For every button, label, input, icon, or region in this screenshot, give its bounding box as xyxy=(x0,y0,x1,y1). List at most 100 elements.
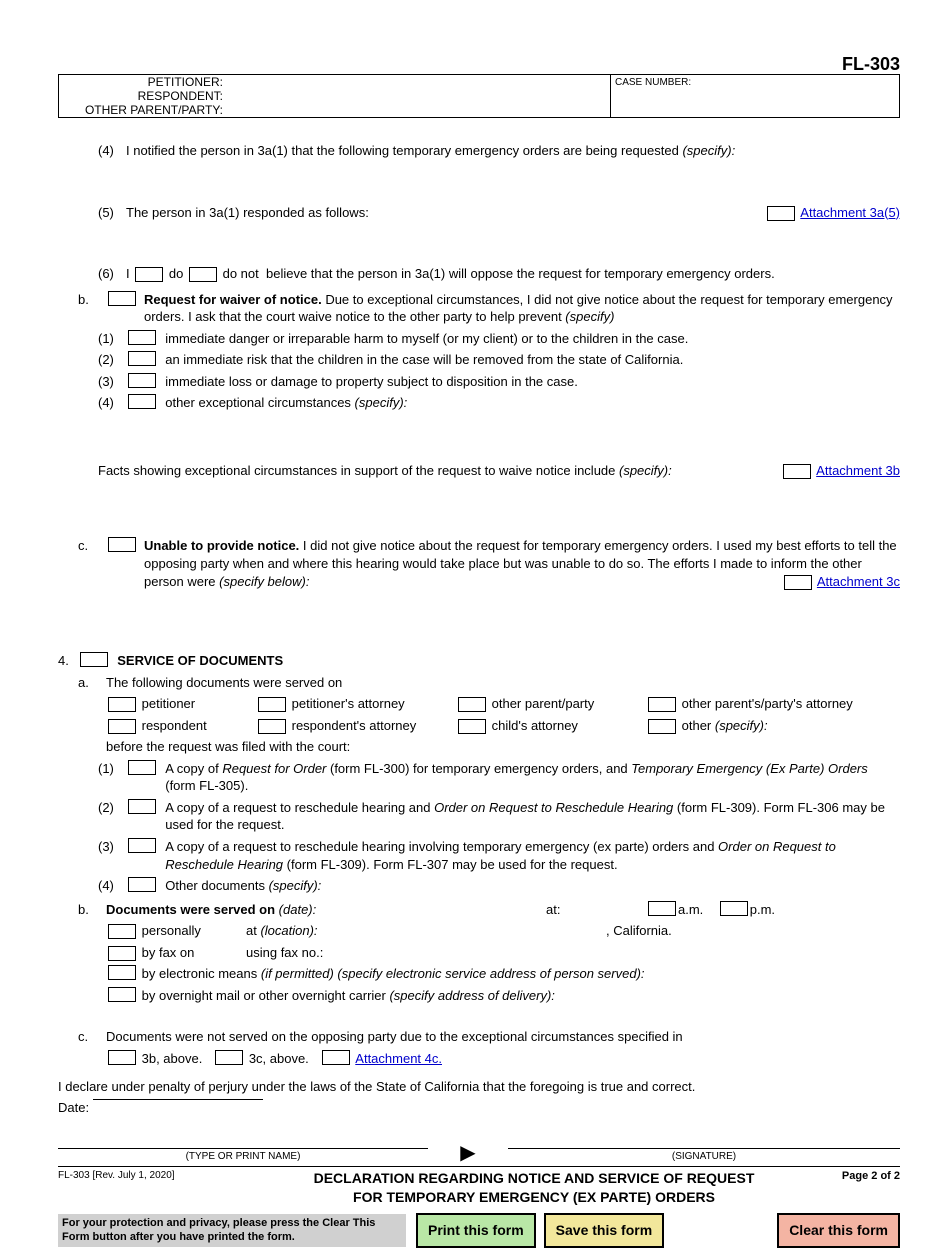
4b-date: (date): xyxy=(279,902,317,917)
4b-label: b. xyxy=(78,901,106,919)
respondent-checkbox[interactable] xyxy=(108,719,136,734)
signature-label: (SIGNATURE) xyxy=(508,1148,900,1164)
fax-label: by fax on xyxy=(142,945,195,960)
date-field[interactable] xyxy=(93,1099,263,1100)
respondent-field[interactable] xyxy=(227,89,611,103)
resp-att-opt: respondent's attorney xyxy=(292,718,417,733)
other-served-checkbox[interactable] xyxy=(648,719,676,734)
child-att-opt: child's attorney xyxy=(492,718,578,733)
child-att-checkbox[interactable] xyxy=(458,719,486,734)
section-4-checkbox[interactable] xyxy=(80,652,108,667)
type-name-label: (TYPE OR PRINT NAME) xyxy=(58,1148,428,1164)
mail-checkbox[interactable] xyxy=(108,987,136,1002)
b1-text: immediate danger or irreparable harm to … xyxy=(165,330,688,348)
opp-checkbox[interactable] xyxy=(458,697,486,712)
date-label: Date: xyxy=(58,1099,89,1117)
b-bold: Request for waiver of notice. xyxy=(144,292,322,307)
b2-checkbox[interactable] xyxy=(128,351,156,366)
other-party-label: OTHER PARENT/PARTY: xyxy=(59,103,227,117)
b4-checkbox[interactable] xyxy=(128,394,156,409)
4a4-checkbox[interactable] xyxy=(128,877,156,892)
c-label: c. xyxy=(78,537,106,555)
save-button[interactable]: Save this form xyxy=(544,1213,664,1248)
pet-att-opt: petitioner's attorney xyxy=(292,696,405,711)
petitioner-opt: petitioner xyxy=(142,696,195,711)
elec-checkbox[interactable] xyxy=(108,965,136,980)
form-number: FL-303 xyxy=(842,54,900,75)
personally-checkbox[interactable] xyxy=(108,924,136,939)
attachment-3a5-link[interactable]: Attachment 3a(5) xyxy=(800,205,900,220)
4a1-a: A copy of xyxy=(165,761,222,776)
attachment-3c-link[interactable]: Attachment 3c xyxy=(817,574,900,589)
opp-opt: other parent/party xyxy=(492,696,595,711)
elec-a: by electronic means xyxy=(142,966,261,981)
attachment-3c-checkbox[interactable] xyxy=(784,575,812,590)
attachment-3b-link[interactable]: Attachment 3b xyxy=(816,463,900,478)
opp-att-checkbox[interactable] xyxy=(648,697,676,712)
case-number-cell[interactable]: CASE NUMBER: xyxy=(611,75,900,117)
case-header: PETITIONER: CASE NUMBER: RESPONDENT: OTH… xyxy=(58,74,900,118)
elec-b: (if permitted) (specify electronic servi… xyxy=(261,966,645,981)
perjury-text: I declare under penalty of perjury under… xyxy=(58,1078,900,1096)
4a2-checkbox[interactable] xyxy=(128,799,156,814)
b1-checkbox[interactable] xyxy=(128,330,156,345)
c-checkbox[interactable] xyxy=(108,537,136,552)
4a2-number: (2) xyxy=(98,799,126,817)
item-5-text: The person in 3a(1) responded as follows… xyxy=(126,204,369,222)
b3-number: (3) xyxy=(98,373,126,391)
3c-above-label: 3c, above. xyxy=(249,1050,309,1068)
item-4-text: I notified the person in 3a(1) that the … xyxy=(126,143,679,158)
fax-checkbox[interactable] xyxy=(108,946,136,961)
attachment-3a5-checkbox[interactable] xyxy=(767,206,795,221)
4a4-spec: (specify): xyxy=(269,878,322,893)
3b-above-checkbox[interactable] xyxy=(108,1050,136,1065)
attachment-4c-checkbox[interactable] xyxy=(322,1050,350,1065)
opp-att-opt: other parent's/party's attorney xyxy=(682,696,853,711)
b1-number: (1) xyxy=(98,330,126,348)
4b-bold: Documents were served on xyxy=(106,902,279,917)
pm-label: p.m. xyxy=(750,901,775,919)
4a1-checkbox[interactable] xyxy=(128,760,156,775)
4a-label: a. xyxy=(78,674,106,692)
4a-text: The following documents were served on xyxy=(106,674,342,692)
b2-text: an immediate risk that the children in t… xyxy=(165,351,683,369)
atloc-label: at xyxy=(246,923,260,938)
4c-text: Documents were not served on the opposin… xyxy=(106,1028,683,1046)
am-checkbox[interactable] xyxy=(648,901,676,916)
print-button[interactable]: Print this form xyxy=(416,1213,536,1248)
pet-att-checkbox[interactable] xyxy=(258,697,286,712)
do-checkbox[interactable] xyxy=(135,267,163,282)
resp-att-checkbox[interactable] xyxy=(258,719,286,734)
form-rev: FL-303 [Rev. July 1, 2020] xyxy=(58,1169,258,1207)
4a2-b: Order on Request to Reschedule Hearing xyxy=(434,800,673,815)
other-party-field[interactable] xyxy=(227,103,611,117)
petitioner-field[interactable] xyxy=(227,75,611,89)
b-facts: Facts showing exceptional circumstances … xyxy=(98,463,619,478)
do-not-checkbox[interactable] xyxy=(189,267,217,282)
do-label: do xyxy=(169,266,183,281)
loc-label: (location): xyxy=(260,923,317,938)
4a3-a: A copy of a request to reschedule hearin… xyxy=(165,839,718,854)
attachment-4c-link[interactable]: Attachment 4c. xyxy=(355,1050,442,1068)
pm-checkbox[interactable] xyxy=(720,901,748,916)
4a3-checkbox[interactable] xyxy=(128,838,156,853)
3c-above-checkbox[interactable] xyxy=(215,1050,243,1065)
4a2-a: A copy of a request to reschedule hearin… xyxy=(165,800,434,815)
petitioner-checkbox[interactable] xyxy=(108,697,136,712)
am-label: a.m. xyxy=(678,901,703,919)
b3-checkbox[interactable] xyxy=(128,373,156,388)
b-checkbox[interactable] xyxy=(108,291,136,306)
4a-before: before the request was filed with the co… xyxy=(106,738,900,756)
attachment-3b-checkbox[interactable] xyxy=(783,464,811,479)
personally-label: personally xyxy=(142,923,201,938)
section-4-title: SERVICE OF DOCUMENTS xyxy=(117,652,283,670)
other-served-spec: (specify): xyxy=(715,718,768,733)
footer-title-2: FOR TEMPORARY EMERGENCY (EX PARTE) ORDER… xyxy=(258,1188,810,1207)
c-spec: (specify below): xyxy=(219,574,309,589)
clear-button[interactable]: Clear this form xyxy=(777,1213,900,1248)
4a1-d: Temporary Emergency (Ex Parte) Orders xyxy=(631,761,867,776)
item-4-spec: (specify): xyxy=(682,143,735,158)
privacy-notice: For your protection and privacy, please … xyxy=(58,1214,406,1248)
4a1-number: (1) xyxy=(98,760,126,778)
footer-title-1: DECLARATION REGARDING NOTICE AND SERVICE… xyxy=(258,1169,810,1188)
